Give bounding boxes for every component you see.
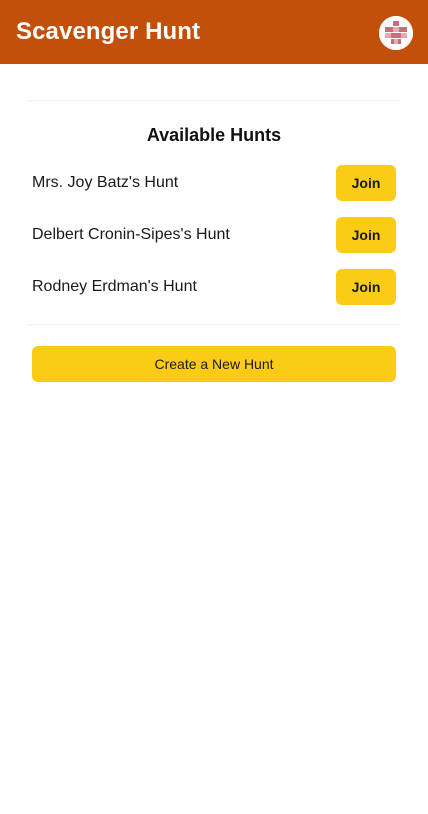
section-title: Available Hunts (146, 125, 282, 145)
join-button[interactable]: Join (336, 217, 396, 253)
bottom-divider (28, 324, 400, 325)
top-divider (28, 100, 400, 101)
hunt-name: Delbert Cronin-Sipes's Hunt (32, 226, 230, 243)
app-header: Scavenger Hunt (0, 0, 428, 64)
hunt-name: Rodney Erdman's Hunt (32, 278, 197, 295)
app-title: Scavenger Hunt (16, 18, 201, 45)
create-hunt-button[interactable]: Create a New Hunt (32, 346, 396, 382)
join-button[interactable]: Join (336, 269, 396, 305)
hunt-name: Mrs. Joy Batz's Hunt (32, 174, 179, 191)
hunt-list: Mrs. Joy Batz's Hunt Join Delbert Cronin… (32, 165, 396, 321)
join-button[interactable]: Join (336, 165, 396, 201)
identicon-avatar-icon (379, 16, 413, 50)
list-item: Rodney Erdman's Hunt Join (32, 269, 396, 305)
user-avatar[interactable] (379, 16, 413, 50)
list-item: Delbert Cronin-Sipes's Hunt Join (32, 217, 396, 253)
list-item: Mrs. Joy Batz's Hunt Join (32, 165, 396, 201)
